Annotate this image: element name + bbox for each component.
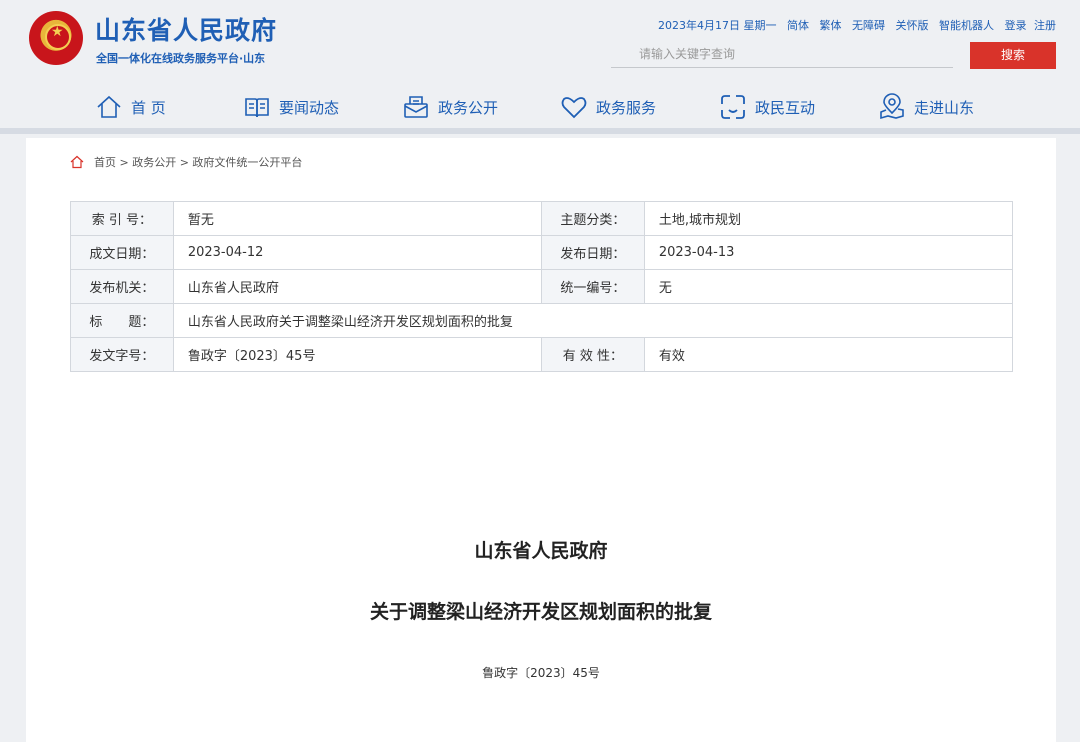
table-row: 标 题： 山东省人民政府关于调整梁山经济开发区规划面积的批复 (70, 303, 1014, 338)
national-emblem-icon[interactable]: ★ (29, 11, 83, 65)
index-label: 索 引 号： (70, 201, 174, 236)
interact-icon (721, 95, 745, 119)
index-value: 暂无 (172, 201, 543, 236)
nav-label: 要闻动态 (279, 98, 340, 117)
link-simplified[interactable]: 简体 (787, 19, 809, 32)
validity-value: 有效 (643, 337, 1014, 372)
created-value: 2023-04-12 (172, 235, 543, 270)
site-title[interactable]: 山东省人民政府 (95, 11, 277, 47)
search-input[interactable] (611, 41, 953, 68)
issuer-label: 发布机关： (70, 269, 174, 304)
table-row: 成文日期： 2023-04-12 发布日期： 2023-04-13 (70, 235, 1014, 270)
home-icon[interactable] (70, 155, 84, 169)
nav-item-home[interactable]: 首 页 (95, 92, 166, 122)
star-icon: ★ (51, 24, 64, 40)
link-login[interactable]: 登录 (1005, 19, 1027, 32)
nav-label: 政务服务 (596, 98, 657, 117)
table-row: 发文字号： 鲁政字〔2023〕45号 有 效 性： 有效 (70, 337, 1014, 372)
breadcrumb-text[interactable]: 首页 > 政务公开 > 政府文件统一公开平台 (94, 154, 302, 170)
table-row: 索 引 号： 暂无 主题分类： 土地,城市规划 (70, 201, 1014, 236)
document-meta-table: 索 引 号： 暂无 主题分类： 土地,城市规划 成文日期： 2023-04-12… (70, 201, 1014, 372)
top-links-bar: 2023年4月17日 星期一 简体 繁体 无障碍 关怀版 智能机器人 登录 注册 (658, 17, 1056, 33)
issuer-value: 山东省人民政府 (172, 269, 543, 304)
search-button[interactable]: 搜索 (970, 42, 1056, 69)
document-number: 鲁政字〔2023〕45号 (482, 666, 600, 680)
nav-item-services[interactable]: 政务服务 (560, 92, 656, 122)
link-register[interactable]: 注册 (1034, 19, 1056, 32)
docno-label: 发文字号： (70, 337, 174, 372)
created-label: 成文日期： (70, 235, 174, 270)
nav-item-shandong[interactable]: 走进山东 (878, 92, 974, 122)
document-title: 关于调整梁山经济开发区规划面积的批复 (369, 601, 712, 623)
nav-item-news[interactable]: 要闻动态 (243, 92, 339, 122)
published-value: 2023-04-13 (643, 235, 1014, 270)
location-icon (880, 93, 904, 120)
link-care-mode[interactable]: 关怀版 (896, 19, 929, 32)
link-accessibility[interactable]: 无障碍 (852, 19, 885, 32)
nav-label: 走进山东 (914, 98, 975, 117)
docno-value: 鲁政字〔2023〕45号 (172, 337, 543, 372)
validity-label: 有 效 性： (541, 337, 645, 372)
breadcrumb: 首页 > 政务公开 > 政府文件统一公开平台 (70, 154, 302, 170)
home-icon (97, 95, 121, 118)
nav-label: 政民互动 (755, 98, 816, 117)
main-nav: 首 页 要闻动态 政务公开 政务服务 政民互动 走进山东 (0, 86, 1080, 128)
link-traditional[interactable]: 繁体 (820, 19, 842, 32)
nav-label: 政务公开 (438, 98, 499, 117)
news-icon (245, 98, 269, 118)
topic-value: 土地,城市规划 (643, 201, 1014, 236)
inbox-icon (404, 96, 428, 118)
serial-value: 无 (643, 269, 1014, 304)
main-content: 首页 > 政务公开 > 政府文件统一公开平台 索 引 号： 暂无 主题分类： 土… (26, 138, 1056, 742)
nav-item-interaction[interactable]: 政民互动 (719, 92, 815, 122)
nav-label: 首 页 (131, 98, 166, 117)
table-row: 发布机关： 山东省人民政府 统一编号： 无 (70, 269, 1014, 304)
published-label: 发布日期： (541, 235, 645, 270)
serial-label: 统一编号： (541, 269, 645, 304)
title-value: 山东省人民政府关于调整梁山经济开发区规划面积的批复 (172, 303, 1014, 338)
document-issuer: 山东省人民政府 (474, 540, 608, 562)
site-subtitle: 全国一体化在线政务服务平台·山东 (96, 52, 266, 65)
site-header: ★ 山东省人民政府 全国一体化在线政务服务平台·山东 2023年4月17日 星期… (0, 0, 1080, 132)
topic-label: 主题分类： (541, 201, 645, 236)
title-label: 标 题： (70, 303, 174, 338)
link-smart-robot[interactable]: 智能机器人 (939, 19, 994, 32)
nav-item-gov-affairs[interactable]: 政务公开 (402, 92, 498, 122)
current-date: 2023年4月17日 星期一 (658, 19, 777, 32)
heart-icon (561, 97, 587, 119)
header-divider (0, 128, 1080, 134)
